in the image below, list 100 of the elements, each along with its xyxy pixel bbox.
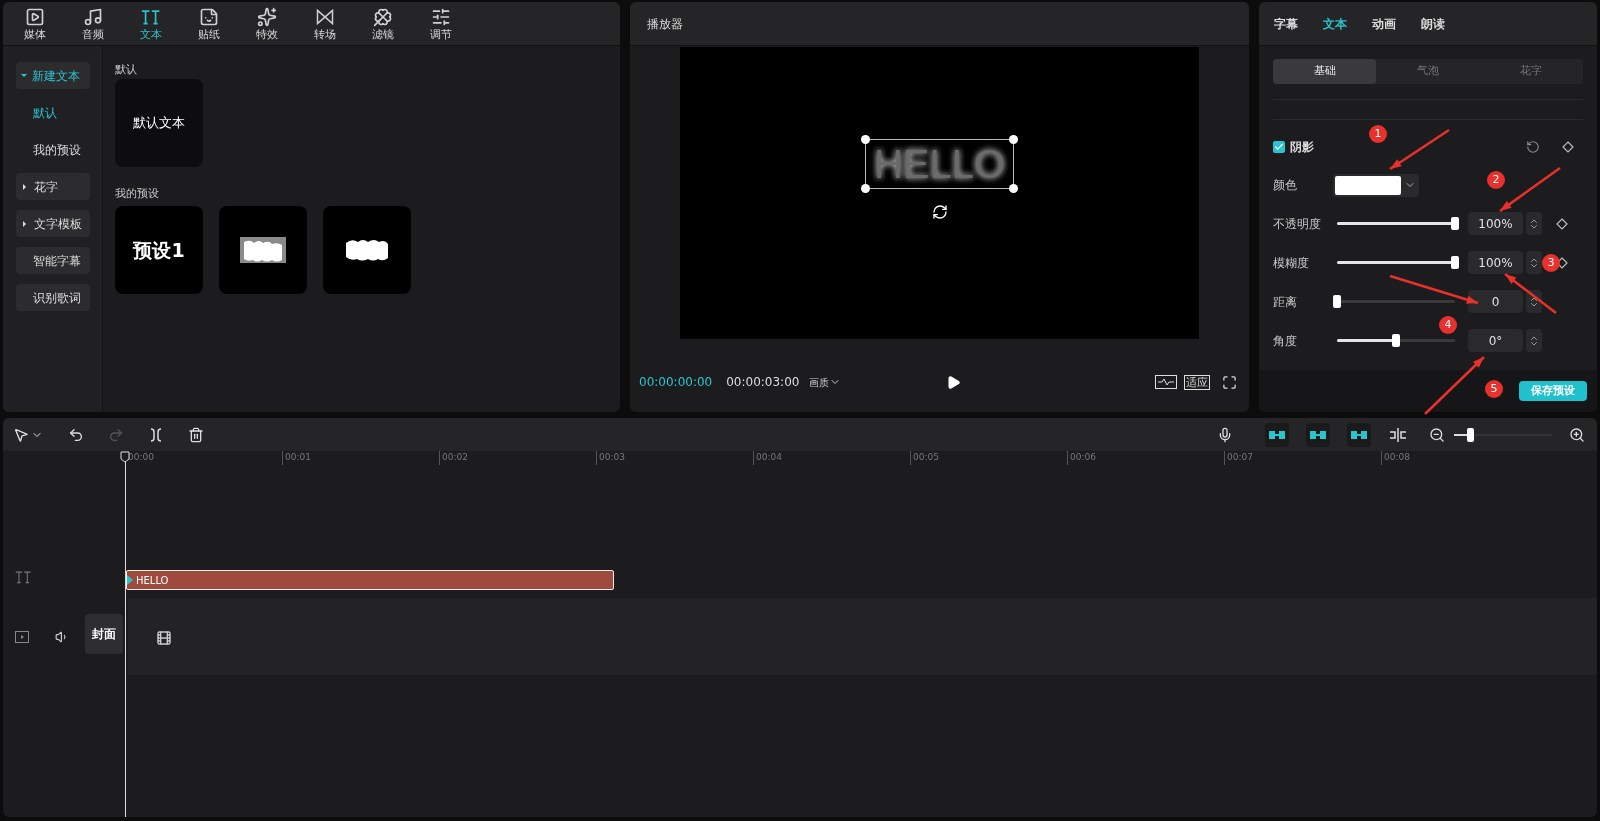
category-button[interactable]: 识别歌词 [16, 284, 90, 311]
ruler-label: 00:01 [282, 451, 439, 465]
quality-dropdown[interactable]: 画质 [809, 374, 842, 390]
clover-icon [373, 6, 393, 27]
category-button[interactable]: 新建文本 [16, 62, 90, 89]
sliders-icon [431, 6, 451, 27]
link-toggle-icon[interactable] [1265, 422, 1289, 447]
keyframe-icon[interactable] [1556, 217, 1568, 230]
annotation-arrow [1499, 167, 1561, 212]
text-preset-card[interactable] [323, 206, 411, 294]
section-title: 默认 [115, 62, 138, 78]
stepper-button[interactable] [1526, 251, 1542, 274]
clip-label: HELLO [136, 573, 169, 588]
shadow-checkbox[interactable] [1273, 141, 1285, 153]
card-label: 预设1 [133, 237, 185, 263]
up-down-icon [1528, 217, 1540, 230]
zoom-out-icon[interactable] [1429, 426, 1445, 443]
stepper-button[interactable] [1526, 212, 1542, 235]
text-preset-card[interactable] [219, 206, 307, 294]
link-toggle-icon[interactable] [1306, 422, 1330, 447]
ruler-label: 00:05 [910, 451, 1067, 465]
video-track-icon [15, 631, 29, 643]
annotation-arrow [1504, 273, 1557, 314]
resize-handle[interactable] [1009, 183, 1019, 193]
slider-thumb[interactable] [1451, 217, 1459, 230]
value-field[interactable]: 0 [1468, 290, 1523, 313]
inspector-tab[interactable]: 字幕 [1274, 14, 1298, 33]
media-tab[interactable]: 特效 [249, 6, 285, 45]
media-icon [25, 6, 45, 27]
stepper-button[interactable] [1526, 329, 1542, 352]
inspector-tab[interactable]: 文本 [1323, 14, 1347, 33]
text-clip[interactable]: HELLO [126, 570, 614, 590]
section-title: 我的预设 [115, 186, 160, 202]
zoom-slider[interactable] [1451, 427, 1555, 442]
setting-label: 模糊度 [1273, 254, 1310, 272]
inspector-tab[interactable]: 朗读 [1421, 14, 1445, 33]
category-item[interactable]: 默认 [16, 99, 90, 126]
ruler-label: 00:03 [596, 451, 753, 465]
text-preset-card[interactable]: 默认文本 [115, 79, 203, 167]
total-duration: 00:00:03:00 [726, 374, 800, 391]
slider-thumb[interactable] [1451, 256, 1459, 269]
media-tab[interactable]: 调节 [423, 6, 459, 45]
category-item[interactable]: 我的预设 [16, 136, 90, 163]
subtab[interactable]: 基础 [1273, 59, 1377, 84]
color-swatch [1335, 175, 1401, 195]
category-button[interactable]: 文字模板 [16, 210, 90, 237]
up-down-icon [1528, 256, 1540, 269]
text-preset-card[interactable]: 预设1 [115, 206, 203, 294]
ruler-label: 00:02 [439, 451, 596, 465]
card-label: 默认文本 [133, 114, 185, 133]
cover-button[interactable]: 封面 [85, 614, 123, 654]
align-icon[interactable] [1389, 427, 1407, 442]
resize-handle[interactable] [860, 183, 870, 193]
fullscreen-icon[interactable] [1222, 374, 1237, 390]
play-icon[interactable] [946, 374, 962, 390]
slider-thumb[interactable] [1333, 295, 1341, 308]
media-tab[interactable]: 转场 [307, 6, 343, 45]
subtab[interactable]: 气泡 [1376, 59, 1480, 84]
annotation-arrow [1424, 356, 1485, 415]
ruler-label: 00:04 [753, 451, 910, 465]
media-tab[interactable]: 文本 [133, 6, 169, 45]
split-icon[interactable] [148, 426, 164, 443]
annotation-arrow [1389, 128, 1450, 171]
fit-button[interactable]: 适应 [1184, 374, 1210, 390]
undo-icon[interactable] [68, 426, 84, 443]
waveform-icon[interactable] [1155, 375, 1177, 389]
star-icon [257, 6, 277, 27]
rotate-handle-icon[interactable] [931, 203, 948, 220]
color-picker[interactable] [1333, 173, 1419, 197]
zoom-in-icon[interactable] [1569, 426, 1585, 443]
slider-thumb[interactable] [1466, 427, 1474, 442]
select-tool[interactable] [13, 426, 43, 443]
up-down-icon [1528, 295, 1540, 308]
microphone-icon[interactable] [1217, 426, 1233, 443]
resize-handle[interactable] [1009, 134, 1019, 144]
blurred-text-icon [240, 237, 286, 263]
link-toggle-icon[interactable] [1347, 422, 1371, 447]
media-tab[interactable]: 媒体 [17, 6, 53, 45]
slider-thumb[interactable] [1392, 334, 1400, 347]
playhead[interactable] [120, 451, 130, 463]
setting-label: 颜色 [1273, 177, 1298, 194]
media-tab[interactable]: 音频 [75, 6, 111, 45]
media-tab[interactable]: 滤镜 [365, 6, 401, 45]
setting-label: 阴影 [1290, 139, 1314, 156]
inspector-tab[interactable]: 动画 [1372, 14, 1396, 33]
reset-icon[interactable] [1526, 140, 1540, 154]
value-field[interactable]: 100% [1468, 251, 1523, 274]
sticker-icon [199, 6, 219, 27]
keyframe-icon[interactable] [1562, 141, 1574, 153]
value-field[interactable]: 100% [1468, 212, 1523, 235]
subtab[interactable]: 花字 [1479, 59, 1583, 84]
category-button[interactable]: 花字 [16, 173, 90, 200]
delete-icon[interactable] [188, 426, 204, 443]
value-field[interactable]: 0° [1468, 329, 1523, 352]
pointer-icon [13, 426, 29, 443]
up-down-icon [1528, 334, 1540, 347]
category-button[interactable]: 智能字幕 [16, 247, 90, 274]
resize-handle[interactable] [860, 134, 870, 144]
bowtie-icon [315, 6, 335, 27]
media-tab[interactable]: 贴纸 [191, 6, 227, 45]
